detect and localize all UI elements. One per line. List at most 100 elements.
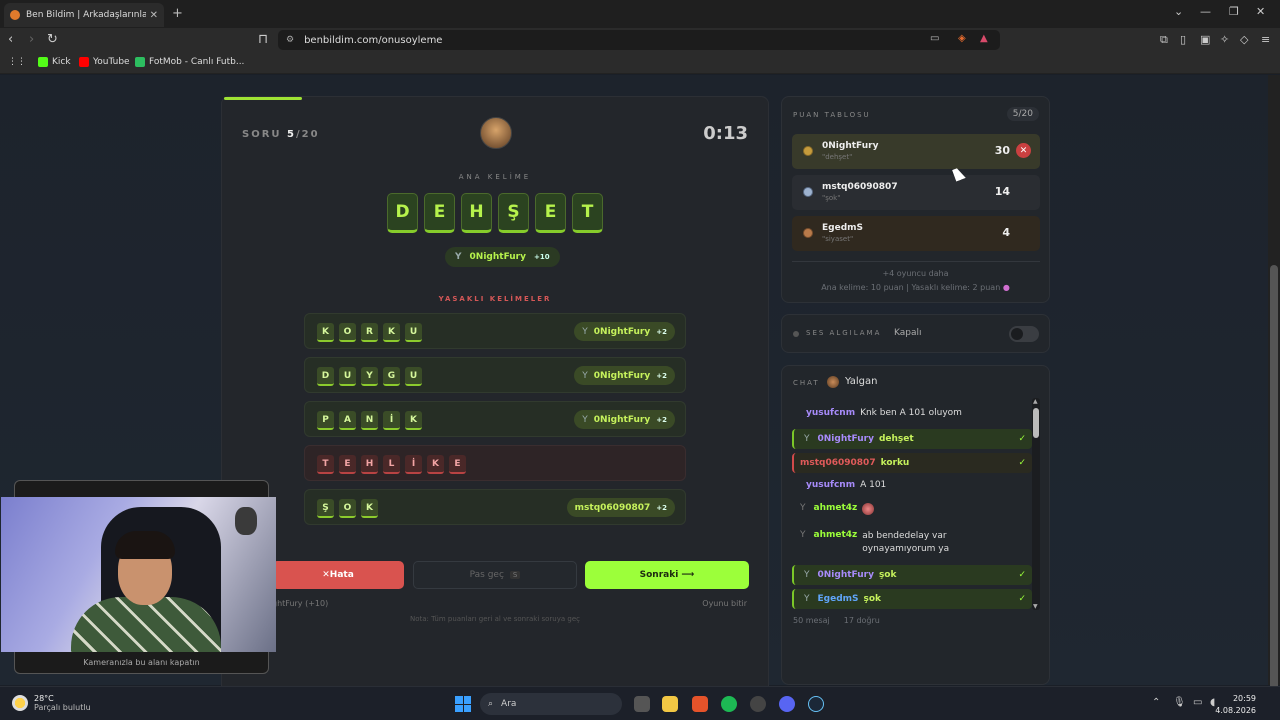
- bookmark-fotmob[interactable]: FotMob - Canlı Futb...: [135, 57, 244, 67]
- vpn-icon[interactable]: ◇: [1240, 33, 1248, 46]
- bookmark-youtube[interactable]: YouTube: [79, 57, 130, 67]
- url-field[interactable]: ⚙ benbildim.com/onusoyleme ▭ ◈ ▲: [278, 30, 1000, 50]
- chat-label: CHAT: [793, 379, 820, 387]
- letter-tile: U: [339, 367, 356, 386]
- letter-tile: G: [383, 367, 400, 386]
- error-button[interactable]: ✕ Hata: [272, 561, 404, 589]
- scroll-up-icon[interactable]: ▲: [1033, 398, 1038, 405]
- round-count-badge: 5/20: [1006, 107, 1039, 121]
- letter-tile: O: [339, 499, 356, 518]
- chat-message: yusufcnm A 101: [806, 480, 887, 490]
- main-letter-tile: E: [424, 193, 455, 233]
- app-icon[interactable]: [750, 696, 766, 712]
- game-card: SORU 5/20 0:13 ANA KELİME D E H Ş E T Y …: [221, 96, 769, 696]
- letter-tile: L: [383, 455, 400, 474]
- leo-ai-icon[interactable]: ✧: [1220, 33, 1229, 46]
- last-result-text: ghtFury (+10): [272, 599, 329, 608]
- scoreboard-row: EgedmS "siyaset" 4: [792, 216, 1040, 251]
- rewards-icon[interactable]: ▲: [980, 33, 988, 44]
- bookmark-icon[interactable]: ⊓: [258, 32, 268, 47]
- back-icon[interactable]: ‹: [8, 32, 13, 47]
- status-dot: [793, 331, 799, 337]
- start-button[interactable]: [455, 696, 471, 712]
- skip-button[interactable]: Pas geç S: [413, 561, 577, 589]
- network-icon[interactable]: ▭: [1193, 697, 1202, 708]
- cast-icon[interactable]: ▭: [930, 33, 939, 44]
- file-explorer-icon[interactable]: [662, 696, 678, 712]
- tab-search-chevron-icon[interactable]: ⌄: [1174, 5, 1183, 18]
- main-letter-tile: D: [387, 193, 418, 233]
- trophy-icon: Y: [804, 570, 810, 580]
- bookmarks-bar: ⋮⋮ Kick YouTube FotMob - Canlı Futb...: [0, 52, 1280, 74]
- clock[interactable]: 20:59 4.08.2026: [1215, 693, 1256, 717]
- guesser-badge: Y 0NightFury +2: [574, 366, 675, 385]
- streamer-body: [71, 597, 221, 652]
- chat-scrollbar-thumb[interactable]: [1033, 408, 1039, 438]
- gold-medal-icon: [803, 146, 813, 156]
- page-scrollbar[interactable]: [1268, 75, 1280, 720]
- forbidden-word-row: Ş O K mstq06090807 +2: [304, 489, 686, 525]
- trophy-icon: Y: [582, 414, 588, 425]
- trophy-icon: Y: [804, 594, 810, 604]
- kick-icon: [38, 57, 48, 67]
- minimize-icon[interactable]: —: [1200, 5, 1211, 18]
- menu-icon[interactable]: ≡: [1261, 33, 1270, 46]
- tab-bar: Ben Bildim | Arkadaşlarınla Onlin ✕ + ⌄ …: [0, 0, 1280, 28]
- letter-tile: E: [449, 455, 466, 474]
- check-icon: ✓: [1018, 458, 1026, 468]
- browser-tab[interactable]: Ben Bildim | Arkadaşlarınla Onlin ✕: [4, 3, 164, 27]
- extensions-icon[interactable]: ⧉: [1160, 33, 1168, 47]
- tab-close-icon[interactable]: ✕: [150, 10, 158, 21]
- discord-icon[interactable]: [779, 696, 795, 712]
- bookmark-kick[interactable]: Kick: [38, 57, 71, 67]
- next-button[interactable]: Sonraki ⟶: [585, 561, 749, 589]
- spotify-icon[interactable]: [721, 696, 737, 712]
- voice-detection-toggle[interactable]: [1009, 326, 1039, 342]
- chat-guess-correct: Y 0NightFury dehşet ✓: [792, 429, 1032, 449]
- steam-icon[interactable]: [808, 696, 824, 712]
- letter-tile: R: [361, 323, 378, 342]
- chat-scrollbar[interactable]: ▲ ▼: [1032, 398, 1040, 610]
- scroll-down-icon[interactable]: ▼: [1033, 603, 1038, 610]
- trophy-icon: Y: [455, 252, 462, 262]
- letter-tile: Y: [361, 367, 378, 386]
- microphone-icon[interactable]: 🎙: [1173, 697, 1186, 708]
- maximize-icon[interactable]: ❐: [1229, 5, 1239, 18]
- undo-note: Not​a: Tüm puanları geri al ve sonraki s…: [409, 615, 580, 623]
- new-tab-button[interactable]: +: [172, 6, 183, 21]
- letter-tile: U: [405, 367, 422, 386]
- chat-messages[interactable]: yusufcnm Knk ben A 101 oluyom Y 0NightFury…: [792, 398, 1040, 612]
- close-window-icon[interactable]: ✕: [1256, 5, 1265, 18]
- reload-icon[interactable]: ↻: [47, 32, 58, 47]
- forbidden-words-label: YASAKLI KELİMELER: [438, 295, 552, 303]
- more-players-text: +4 oyuncu daha: [882, 269, 949, 278]
- remove-player-icon[interactable]: ✕: [1016, 143, 1031, 158]
- weather-icon: [12, 695, 28, 711]
- channel-name: Yalgan: [845, 376, 878, 387]
- site-info-icon[interactable]: ⚙: [286, 35, 294, 45]
- main-word-label: ANA KELİME: [458, 173, 532, 181]
- wallet-icon[interactable]: ▣: [1200, 33, 1210, 46]
- main-letter-tile: T: [572, 193, 603, 233]
- apps-grid-icon[interactable]: ⋮⋮: [8, 57, 26, 67]
- letter-tile: K: [405, 411, 422, 430]
- scoreboard-title: PUAN TABLOSU: [793, 111, 871, 119]
- task-view-icon[interactable]: [634, 696, 650, 712]
- tray-overflow-icon[interactable]: ⌃: [1152, 697, 1160, 708]
- brave-shield-icon[interactable]: ◈: [958, 33, 966, 44]
- chat-guess-correct: Y EgedmS şok ✓: [792, 589, 1032, 609]
- taskbar-search[interactable]: ⌕ Ara: [480, 693, 622, 715]
- address-bar-row: ‹ › ↻ ⊓ ⚙ benbildim.com/onusoyleme ▭ ◈ ▲…: [0, 28, 1280, 52]
- brave-browser-icon[interactable]: [692, 696, 708, 712]
- shortcut-key: S: [509, 571, 521, 579]
- check-icon: ✓: [1018, 434, 1026, 444]
- webcam-caption: Kameranızla bu alanı kapatın: [83, 658, 200, 667]
- end-game-link[interactable]: Oyunu bitir: [702, 599, 747, 608]
- page-scrollbar-thumb[interactable]: [1270, 265, 1278, 720]
- main-word: D E H Ş E T: [222, 193, 768, 233]
- sidebar-icon[interactable]: ▯: [1180, 33, 1186, 46]
- forward-icon[interactable]: ›: [29, 32, 34, 47]
- letter-tile: D: [317, 367, 334, 386]
- close-icon: ✕: [322, 570, 330, 580]
- weather-widget[interactable]: 28°C Parçalı bulutlu: [12, 694, 91, 712]
